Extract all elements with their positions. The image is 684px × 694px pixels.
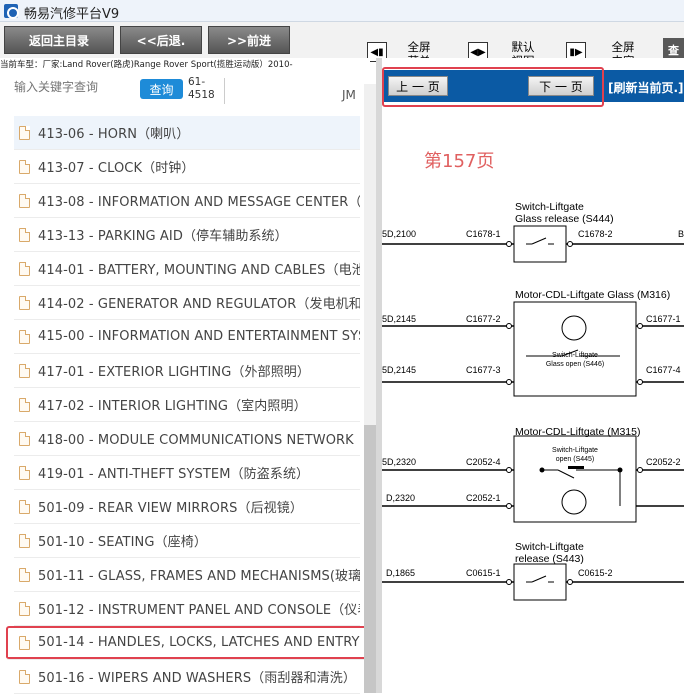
current-vehicle-info: 当前车型：厂家:Land Rover(路虎)Range Rover Sport(… bbox=[0, 58, 370, 70]
menu-item-label: 418-00 - MODULE COMMUNICATIONS NETWORK（ bbox=[38, 433, 360, 448]
wire-label: 5D,2145 bbox=[382, 365, 416, 375]
menu-item-label: 413-06 - HORN（喇叭） bbox=[38, 127, 190, 142]
menu-item-label: 501-09 - REAR VIEW MIRRORS（后视镜） bbox=[38, 501, 303, 516]
document-icon bbox=[19, 227, 30, 242]
menu-item[interactable]: 417-01 - EXTERIOR LIGHTING（外部照明） bbox=[14, 354, 360, 388]
menu-item-label: 413-13 - PARKING AID（停车辅助系统） bbox=[38, 229, 288, 244]
inner-label: open (S445) bbox=[556, 456, 595, 463]
connector-label: C1677-1 bbox=[646, 314, 681, 324]
app-logo-icon bbox=[4, 4, 19, 19]
wire-label: 5D,2145 bbox=[382, 314, 416, 324]
connector-label: C1677-2 bbox=[466, 314, 501, 324]
menu-item-label: 414-01 - BATTERY, MOUNTING AND CABLES（电池… bbox=[38, 263, 360, 278]
wire-label: 5D,2320 bbox=[382, 457, 416, 467]
document-icon bbox=[19, 669, 30, 684]
menu-item-label: 419-01 - ANTI-THEFT SYSTEM（防盗系统） bbox=[38, 467, 310, 482]
menu-item-label: 501-11 - GLASS, FRAMES AND MECHANISMS(玻璃… bbox=[38, 569, 360, 584]
menu-item-label: 501-16 - WIPERS AND WASHERS（雨刮器和清洗） bbox=[38, 671, 356, 686]
connector-label: C0615-2 bbox=[578, 568, 613, 578]
component-name: Switch-Liftgate bbox=[515, 201, 584, 213]
vehicle-code: 61-4518 bbox=[188, 76, 215, 101]
connector-label: C2052-1 bbox=[466, 493, 501, 503]
component-name: release (S443) bbox=[515, 553, 584, 565]
wiring-diagram: Switch-Liftgate Glass release (S444) Mot… bbox=[382, 201, 684, 601]
search-button[interactable]: 查询 bbox=[140, 79, 183, 99]
wire-label: D,1865 bbox=[386, 568, 415, 578]
connector-label: C1678-1 bbox=[466, 229, 501, 239]
menu-panel: 查询 61-4518 JM 413-06 - HORN（喇叭） 413-07 - … bbox=[0, 70, 378, 694]
menu-item[interactable]: 501-16 - WIPERS AND WASHERS（雨刮器和清洗） bbox=[14, 660, 360, 694]
keyword-search-input[interactable] bbox=[14, 80, 134, 94]
wire-label: D,2320 bbox=[386, 493, 415, 503]
menu-item-label: 413-07 - CLOCK（时钟） bbox=[38, 161, 195, 176]
manual-menu-list: 413-06 - HORN（喇叭） 413-07 - CLOCK（时钟） 413-0… bbox=[6, 116, 370, 694]
divider bbox=[224, 78, 225, 104]
component-name: Switch-Liftgate bbox=[515, 541, 584, 553]
document-icon bbox=[19, 125, 30, 140]
back-button[interactable]: <<后退. bbox=[120, 26, 202, 54]
inner-label: Switch-Liftgate bbox=[552, 447, 598, 454]
document-icon bbox=[19, 159, 30, 174]
document-icon bbox=[19, 363, 30, 378]
menu-item[interactable]: 419-01 - ANTI-THEFT SYSTEM（防盗系统） bbox=[14, 456, 360, 490]
connector-label: C1678-2 bbox=[578, 229, 613, 239]
menu-item[interactable]: 501-11 - GLASS, FRAMES AND MECHANISMS(玻璃… bbox=[14, 558, 360, 592]
connector-label: C2052-4 bbox=[466, 457, 501, 467]
inner-label: Switch-Liftgate bbox=[552, 352, 598, 359]
document-icon bbox=[19, 431, 30, 446]
connector-label: C0615-1 bbox=[466, 568, 501, 578]
title-bar: 畅易汽修平台V9 bbox=[0, 0, 684, 22]
menu-item[interactable]: 413-08 - INFORMATION AND MESSAGE CENTER（… bbox=[14, 184, 360, 218]
document-icon bbox=[19, 533, 30, 548]
page-number: 第157页 bbox=[424, 151, 495, 172]
connector-label: C2052-2 bbox=[646, 457, 681, 467]
inner-label: Glass open (S446) bbox=[546, 361, 604, 368]
menu-item[interactable]: 501-14 - HANDLES, LOCKS, LATCHES AND ENT… bbox=[6, 626, 370, 660]
menu-scrollbar-thumb[interactable] bbox=[364, 425, 376, 693]
connector-label: C1677-4 bbox=[646, 365, 681, 375]
document-icon bbox=[19, 295, 30, 310]
document-icon bbox=[19, 397, 30, 412]
menu-item[interactable]: 501-10 - SEATING（座椅） bbox=[14, 524, 360, 558]
component-name: Motor-CDL-Liftgate (M315) bbox=[515, 426, 640, 438]
switch-actuator bbox=[568, 466, 584, 469]
menu-item[interactable]: 414-01 - BATTERY, MOUNTING AND CABLES（电池… bbox=[14, 252, 360, 286]
document-icon bbox=[19, 329, 30, 344]
document-icon bbox=[19, 261, 30, 276]
pager-highlight-box bbox=[382, 67, 604, 107]
document-icon bbox=[19, 601, 30, 616]
menu-item[interactable]: 501-09 - REAR VIEW MIRRORS（后视镜） bbox=[14, 490, 360, 524]
window-title: 畅易汽修平台V9 bbox=[24, 7, 120, 22]
forward-button[interactable]: >>前进 bbox=[208, 26, 290, 54]
home-button[interactable]: 返回主目录 bbox=[4, 26, 114, 54]
document-icon bbox=[19, 465, 30, 480]
connector-label: C1677-3 bbox=[466, 365, 501, 375]
menu-item[interactable]: 415-00 - INFORMATION AND ENTERTAINMENT S… bbox=[14, 320, 360, 354]
menu-item-label: 414-02 - GENERATOR AND REGULATOR（发电机和稳 bbox=[38, 297, 360, 312]
menu-item-label: 501-10 - SEATING（座椅） bbox=[38, 535, 207, 550]
refresh-page-link[interactable]: [刷新当前页.] bbox=[608, 79, 684, 96]
wire-label: 5D,2100 bbox=[382, 229, 416, 239]
connector-label: B bbox=[678, 229, 684, 239]
menu-item[interactable]: 501-12 - INSTRUMENT PANEL AND CONSOLE（仪表 bbox=[14, 592, 360, 626]
component-name: Glass release (S444) bbox=[515, 213, 614, 225]
component-name: Motor-CDL-Liftgate Glass (M316) bbox=[515, 289, 670, 301]
menu-item-label: 501-14 - HANDLES, LOCKS, LATCHES AND ENT… bbox=[38, 635, 370, 650]
menu-item-label: 413-08 - INFORMATION AND MESSAGE CENTER（… bbox=[38, 195, 360, 210]
menu-item[interactable]: 414-02 - GENERATOR AND REGULATOR（发电机和稳 bbox=[14, 286, 360, 320]
menu-item[interactable]: 417-02 - INTERIOR LIGHTING（室内照明） bbox=[14, 388, 360, 422]
document-icon bbox=[19, 635, 30, 650]
document-icon bbox=[19, 567, 30, 582]
menu-item-label: 417-02 - INTERIOR LIGHTING（室内照明） bbox=[38, 399, 307, 414]
menu-item-label: 417-01 - EXTERIOR LIGHTING（外部照明） bbox=[38, 365, 311, 380]
code-suffix: JM bbox=[342, 88, 356, 102]
menu-item-label: 501-12 - INSTRUMENT PANEL AND CONSOLE（仪表 bbox=[38, 603, 360, 618]
menu-item[interactable]: 413-06 - HORN（喇叭） bbox=[14, 116, 360, 150]
menu-item[interactable]: 418-00 - MODULE COMMUNICATIONS NETWORK（ bbox=[14, 422, 360, 456]
menu-item[interactable]: 413-13 - PARKING AID（停车辅助系统） bbox=[14, 218, 360, 252]
document-icon bbox=[19, 193, 30, 208]
document-icon bbox=[19, 499, 30, 514]
menu-item-label: 415-00 - INFORMATION AND ENTERTAINMENT S… bbox=[38, 329, 360, 344]
menu-item[interactable]: 413-07 - CLOCK（时钟） bbox=[14, 150, 360, 184]
